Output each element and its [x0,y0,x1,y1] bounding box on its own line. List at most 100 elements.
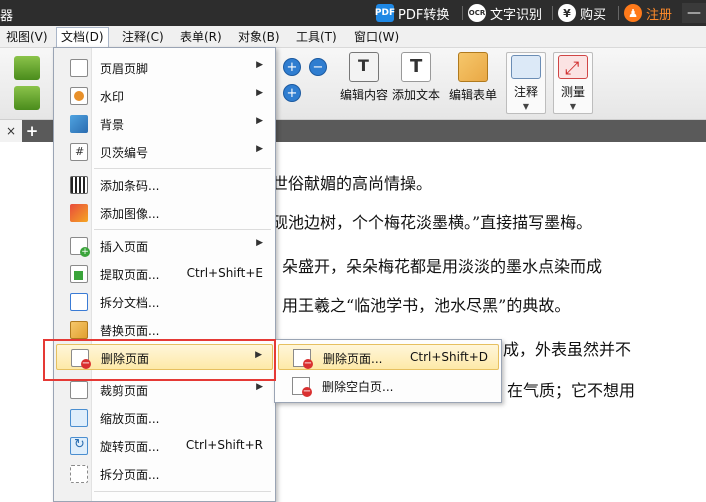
ocr-button[interactable]: OCR 文字识别 [468,3,542,23]
menu-item-insert-page[interactable]: 插入页面 ▶ [56,233,273,259]
menu-comment[interactable]: 注释(C) [118,28,168,46]
document-menu: 页眉页脚 ▶ 水印 ▶ 背景 ▶ 贝茨编号 ▶ 添加条码... 添加图像... … [53,47,276,502]
chevron-right-icon: ▶ [256,238,263,248]
menu-form[interactable]: 表单(R) [176,28,226,46]
buy-button[interactable]: ¥ 购买 [558,3,606,23]
chevron-right-icon: ▶ [256,60,263,70]
submenu-item-delete-pages[interactable]: 删除页面... Ctrl+Shift+D [278,344,499,370]
app-title: 器 [0,9,14,24]
submenu-item-label: 删除页面... [323,352,383,366]
menu-item-shortcut: Ctrl+Shift+R [185,438,263,452]
menu-bar: 视图(V) 文档(D) 注释(C) 表单(R) 对象(B) 工具(T) 窗口(W… [0,26,706,48]
pdf-convert-button[interactable]: PDF PDF转换 [375,3,450,23]
buy-label: 购买 [580,7,607,23]
delete-page-icon [293,349,313,369]
rotate-page-icon [70,437,88,455]
menu-item-extract-page[interactable]: 提取页面... Ctrl+Shift+E [56,261,273,287]
pdf-convert-label: PDF转换 [398,7,450,23]
menu-item-add-barcode[interactable]: 添加条码... [56,172,273,198]
scale-page-icon [70,409,88,427]
left-tool-icon[interactable] [14,86,40,110]
edit-content-button[interactable]: 编辑内容 [340,52,388,114]
measure-button[interactable]: 测量 ▼ [553,52,593,114]
pdf-convert-icon: PDF [375,4,395,22]
replace-page-icon [70,321,88,339]
chevron-right-icon: ▶ [256,382,263,392]
menu-item-rotate-page[interactable]: 旋转页面... Ctrl+Shift+R [56,433,273,459]
edit-content-label: 编辑内容 [340,88,389,102]
left-tool-icon[interactable] [14,56,40,80]
menu-tools[interactable]: 工具(T) [292,28,341,46]
menu-item-label: 插入页面 [100,240,149,254]
background-icon [70,115,88,133]
minimize-button[interactable]: — [682,3,706,23]
doc-text-line: 砚池边树，个个梅花淡墨横。”直接描写墨梅。 [272,213,593,232]
menu-item-label: 背景 [100,118,125,132]
edit-form-label: 编辑表单 [449,88,498,102]
zoom-in-icon[interactable]: + [283,58,301,76]
add-tab-icon[interactable]: + [24,123,40,139]
menu-view[interactable]: 视图(V) [2,28,52,46]
annotate-button[interactable]: 注释 ▼ [506,52,546,114]
edit-content-icon [349,52,379,82]
menu-item-label: 替换页面... [100,324,160,338]
menu-item-label: 旋转页面... [100,440,160,454]
measure-label: 测量 [560,85,585,99]
menu-item-header-footer[interactable]: 页眉页脚 ▶ [56,55,273,81]
menu-item-background[interactable]: 背景 ▶ [56,111,273,137]
chevron-right-icon: ▶ [256,144,263,154]
add-text-button[interactable]: 添加文本 [392,52,440,114]
zoom-out-icon[interactable]: − [309,58,327,76]
register-label: 注册 [646,7,673,23]
menu-item-label: 缩放页面... [100,412,160,426]
menu-item-label: 水印 [100,90,125,104]
submenu-item-delete-blank-pages[interactable]: 删除空白页... [278,373,499,399]
menu-item-watermark[interactable]: 水印 ▶ [56,83,273,109]
menu-item-scale-page[interactable]: 缩放页面... [56,405,273,431]
menu-item-split-page[interactable]: 拆分页面... [56,461,273,487]
split-page-icon [70,465,88,483]
yen-icon: ¥ [558,4,576,22]
ocr-label: 文字识别 [490,7,543,23]
edit-form-icon [458,52,488,82]
menu-item-add-image[interactable]: 添加图像... [56,200,273,226]
insert-page-icon [70,237,90,257]
chevron-down-icon: ▼ [522,102,530,111]
header-footer-icon [70,59,88,77]
title-separator [552,6,553,20]
title-separator [618,6,619,20]
chevron-right-icon: ▶ [256,116,263,126]
bates-number-icon [70,143,88,161]
delete-page-submenu: 删除页面... Ctrl+Shift+D 删除空白页... [274,339,502,403]
tab-close-icon[interactable]: × [0,120,22,142]
menu-item-bates-numbering[interactable]: 贝茨编号 ▶ [56,139,273,165]
doc-text-line: 在气质；它不想用 [507,381,636,400]
menu-item-shortcut: Ctrl+Shift+E [186,266,263,280]
doc-text-line: 朵盛开，朵朵梅花都是用淡淡的墨水点染而成 [282,257,603,276]
highlight-annotation-box [43,339,276,381]
register-button[interactable]: ♟ 注册 [624,3,672,23]
doc-text-line: 用王羲之“临池学书，池水尽黑”的典故。 [282,296,571,315]
menu-object[interactable]: 对象(B) [234,28,284,46]
edit-form-button[interactable]: 编辑表单 [449,52,497,114]
measure-icon [558,55,588,79]
add-text-label: 添加文本 [392,88,441,102]
menu-item-label: 拆分文档... [100,296,160,310]
ocr-icon: OCR [468,4,486,22]
extract-page-icon [70,265,88,283]
annotate-icon [511,55,541,79]
chevron-right-icon: ▶ [256,88,263,98]
zoom-plus-icon[interactable]: + [283,84,301,102]
menu-window[interactable]: 窗口(W) [350,28,403,46]
menu-item-label: 裁剪页面 [100,384,149,398]
chevron-down-icon: ▼ [569,102,577,111]
menu-item-split-document[interactable]: 拆分文档... [56,289,273,315]
image-icon [70,204,88,222]
menu-document[interactable]: 文档(D) [56,27,109,48]
split-document-icon [70,293,88,311]
watermark-icon [70,87,88,105]
submenu-item-label: 删除空白页... [322,380,394,394]
menu-separator [94,229,271,230]
menu-separator [94,491,271,492]
menu-item-label: 提取页面... [100,268,160,282]
